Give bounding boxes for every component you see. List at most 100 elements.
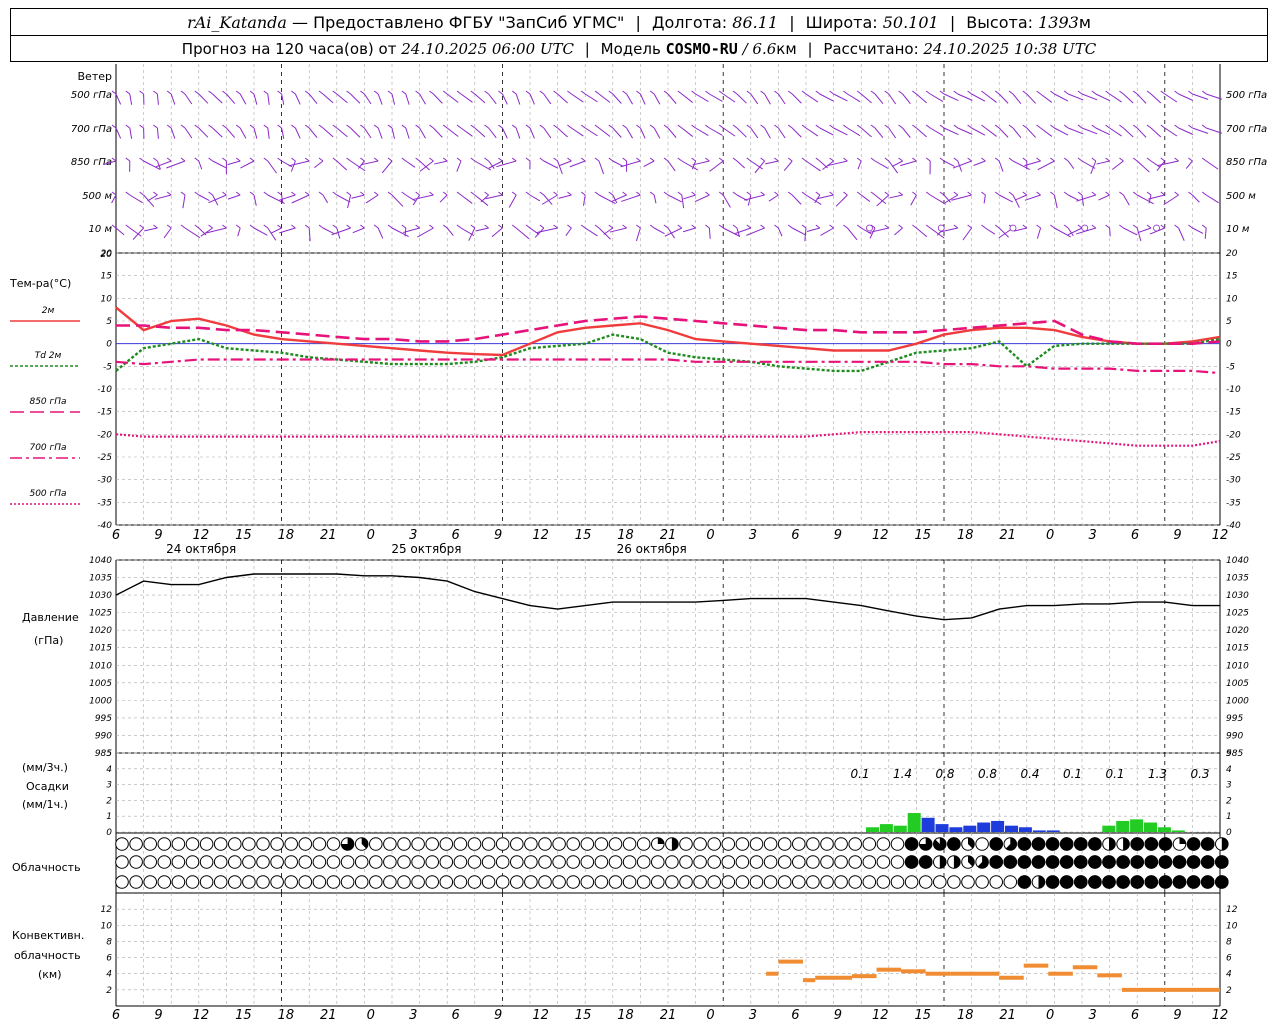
- cloud-cover-icon: [340, 855, 355, 869]
- cloud-cover-icon: [622, 855, 637, 869]
- ytick-label-left: 10: [101, 294, 113, 304]
- wind-barb-flag: [415, 224, 420, 229]
- cloud-cover-icon: [657, 837, 665, 844]
- wind-barb-flag: [815, 191, 821, 196]
- wind-barb: [1157, 160, 1179, 167]
- wind-barb-flag: [263, 90, 269, 95]
- ytick-label-right: -25: [1226, 453, 1241, 463]
- wind-barb-flag: [636, 224, 641, 229]
- wind-barb: [805, 127, 819, 137]
- cloud-cover-icon: [143, 837, 157, 851]
- ytick-label-right: -5: [1226, 362, 1235, 372]
- wind-barb-flag: [608, 124, 614, 129]
- cloud-cover-icon: [566, 875, 581, 889]
- wind-barb: [1136, 227, 1142, 242]
- ytick-label-left: 20: [101, 249, 113, 259]
- cloud-cover-icon: [242, 855, 256, 869]
- wind-barb-flag: [994, 191, 1000, 196]
- wind-barb: [985, 127, 997, 137]
- wind-barb: [529, 227, 540, 235]
- wind-barb-flag: [429, 90, 434, 95]
- wind-barb: [681, 194, 685, 209]
- wind-barb-flag: [843, 157, 848, 162]
- wind-barb: [805, 93, 819, 103]
- wind-barb: [1192, 194, 1200, 203]
- wind-barb: [419, 127, 426, 139]
- cloud-cover-icon: [242, 875, 256, 889]
- wind-barb: [857, 160, 862, 170]
- wind-barb-flag: [594, 90, 600, 95]
- wind-barb-flag: [856, 124, 862, 129]
- wind-barb-flag: [691, 191, 696, 196]
- wind-barb: [294, 127, 301, 139]
- wind-barb: [951, 194, 972, 201]
- wind-barb-flag: [553, 124, 558, 129]
- ytick-label-right: 15: [1226, 272, 1238, 282]
- wind-barb: [543, 160, 558, 169]
- wind-barb: [350, 93, 361, 104]
- ytick-label-left: 0: [106, 340, 112, 350]
- wind-barb: [1068, 93, 1084, 101]
- wind-barb-flag: [1105, 157, 1110, 162]
- ytick-label-right: 8: [1226, 937, 1232, 947]
- wind-barb-flag: [912, 224, 917, 229]
- wind-barb-flag: [346, 191, 351, 196]
- wind-barb: [336, 160, 348, 171]
- cloud-cover-icon: [354, 875, 369, 889]
- cloud-cover-icon: [369, 837, 383, 851]
- cloud-cover-icon: [467, 875, 482, 889]
- wind-barb: [736, 93, 747, 104]
- cloud-cover-icon: [721, 875, 736, 889]
- cloud-cover-icon: [693, 875, 707, 889]
- wind-barb-flag: [801, 191, 807, 196]
- wind-barb-flag: [208, 157, 213, 162]
- wind-barb-flag: [153, 224, 158, 229]
- wind-barb: [529, 194, 541, 202]
- wind-barb-flag: [401, 191, 407, 196]
- wind-barb-flag: [636, 124, 641, 129]
- wind-calm-icon: [1081, 224, 1089, 232]
- wind-barb-flag: [1188, 124, 1193, 129]
- wind-barb: [664, 227, 683, 237]
- wind-barb-flag: [498, 90, 503, 95]
- cloud-cover-icon: [312, 837, 327, 851]
- ytick-label-right: 10: [1226, 294, 1238, 304]
- wind-barb-flag: [180, 124, 186, 129]
- cloud-cover-icon: [425, 837, 440, 851]
- cloud-cover-icon: [665, 875, 679, 889]
- wind-barb-flag: [1063, 157, 1069, 162]
- ytick-label-left: 1005: [89, 679, 112, 689]
- wind-barb: [1150, 160, 1161, 168]
- wind-barb: [1053, 194, 1058, 209]
- wind-barb-flag: [636, 191, 641, 196]
- wind-barb: [860, 194, 871, 202]
- wind-barb-flag: [746, 224, 752, 229]
- wind-barb: [612, 160, 624, 167]
- cloud-cover-icon: [792, 855, 806, 869]
- cloud-cover-icon: [157, 855, 172, 869]
- wind-barb-flag: [1119, 124, 1124, 129]
- cloud-cover-icon: [171, 837, 186, 851]
- cloud-cover-icon: [397, 837, 411, 851]
- hour-label: 18: [617, 528, 634, 543]
- wind-barb-flag: [829, 124, 834, 129]
- ytick-label-left: 3: [106, 781, 112, 791]
- wind-barb-flag: [801, 124, 807, 129]
- wind-barb: [212, 93, 223, 104]
- cloud-cover-icon: [1200, 837, 1215, 851]
- wind-barb: [888, 160, 899, 174]
- wind-barb: [198, 160, 203, 170]
- cloud-cover-icon: [594, 855, 609, 869]
- wind-barb-flag: [760, 224, 765, 229]
- pressure-unit: (гПа): [34, 634, 63, 647]
- cloud-cover-icon: [199, 875, 214, 889]
- hour-label-bottom: 0: [1046, 1008, 1054, 1023]
- wind-barb-flag: [539, 157, 545, 162]
- wind-barb-flag: [1132, 124, 1138, 129]
- ytick-label-left: 1025: [89, 609, 112, 619]
- hour-label: 6: [791, 528, 799, 543]
- wind-barb-flag: [511, 191, 517, 196]
- conv-bar: [778, 959, 803, 964]
- wind-barb: [208, 194, 227, 204]
- cloud-cover-icon: [383, 855, 397, 869]
